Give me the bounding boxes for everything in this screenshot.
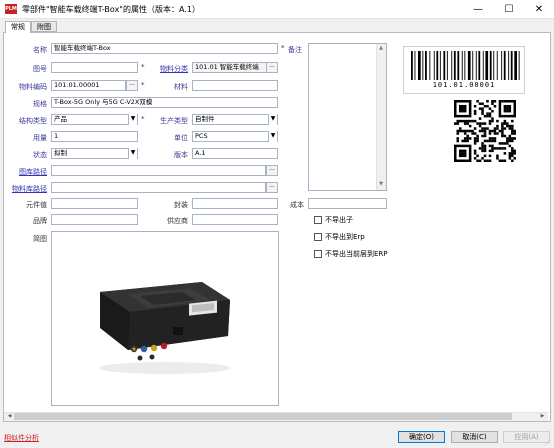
unit-select[interactable]: PCS: [192, 131, 278, 142]
supplier-label: 供应商: [167, 217, 188, 225]
barcode: 101.01.00001: [403, 46, 525, 94]
quantity-label: 用量: [33, 134, 47, 142]
close-button[interactable]: ✕: [524, 0, 554, 19]
scroll-up-icon[interactable]: ▲: [377, 44, 385, 53]
drawing-path-label[interactable]: 图库路径: [4, 167, 47, 177]
tab-general[interactable]: 常规: [5, 21, 31, 33]
drawing-path-field[interactable]: [51, 165, 266, 176]
sketch-label: 简图: [33, 235, 47, 243]
scroll-right-icon[interactable]: ▶: [538, 412, 547, 421]
production-type-select[interactable]: 自制件: [192, 114, 278, 125]
status-dropdown-icon[interactable]: ▼: [128, 148, 137, 159]
no-export-current-level-erp-label: 不导出当前层到ERP: [325, 250, 388, 258]
drawing-path-browse-button[interactable]: ...: [266, 165, 278, 176]
barcode-bars: [411, 51, 520, 80]
resize-grip-icon[interactable]: ⋰: [544, 440, 552, 447]
spec-field[interactable]: T-Box-5G Only 与5G C-V2X双模: [51, 97, 278, 108]
material-path-browse-button[interactable]: ...: [266, 182, 278, 193]
version-field[interactable]: A.1: [192, 148, 278, 159]
structure-type-label: 结构类型: [19, 117, 47, 125]
sketch-image-box[interactable]: [51, 231, 279, 406]
structure-type-dropdown-icon[interactable]: ▼: [128, 114, 137, 125]
package-field[interactable]: [192, 198, 278, 209]
name-label: 名称: [33, 46, 47, 54]
spec-label: 规格: [33, 100, 47, 108]
brand-label: 品牌: [33, 217, 47, 225]
quantity-field[interactable]: 1: [51, 131, 138, 142]
brand-field[interactable]: [51, 214, 138, 225]
qr-code: [454, 100, 516, 162]
scroll-down-icon[interactable]: ▼: [377, 180, 385, 189]
name-required-mark: *: [281, 44, 285, 52]
no-export-children-label: 不导出子: [325, 216, 353, 224]
structure-type-required-mark: *: [141, 115, 145, 123]
similar-parts-analysis-link[interactable]: 相似件分析: [4, 433, 39, 443]
material-category-field[interactable]: 101.01 智能车载终端: [192, 62, 267, 73]
material-code-label: 物料编码: [19, 83, 47, 91]
cost-field[interactable]: [308, 198, 387, 209]
maximize-button[interactable]: ☐: [494, 0, 524, 19]
apply-button[interactable]: 应用(A): [503, 431, 550, 443]
no-export-erp-checkbox[interactable]: [314, 233, 322, 241]
material-category-browse-button[interactable]: ...: [266, 62, 278, 73]
name-field[interactable]: 智能车载终端T-Box: [51, 43, 278, 54]
cancel-button[interactable]: 取消(C): [451, 431, 498, 443]
title-bar: PLM 零部件"智能车载终端T-Box"的属性（版本：A.1） — ☐ ✕: [0, 0, 554, 19]
component-value-label: 元件值: [26, 201, 47, 209]
material-code-required-mark: *: [141, 81, 145, 89]
status-select[interactable]: 拟制: [51, 148, 138, 159]
status-label: 状态: [33, 151, 47, 159]
unit-label: 单位: [174, 134, 188, 142]
cost-label: 成本: [290, 201, 304, 209]
horizontal-scroll-thumb[interactable]: [14, 413, 512, 420]
version-label: 版本: [174, 151, 188, 159]
ok-button[interactable]: 确定(O): [398, 431, 445, 443]
supplier-field[interactable]: [192, 214, 278, 225]
no-export-current-level-erp-checkbox[interactable]: [314, 250, 322, 258]
structure-type-select[interactable]: 产品: [51, 114, 138, 125]
tab-attachments[interactable]: 附图: [31, 21, 57, 32]
no-export-children-checkbox[interactable]: [314, 216, 322, 224]
material-field[interactable]: [192, 80, 278, 91]
barcode-text: 101.01.00001: [432, 81, 496, 89]
app-icon: PLM: [5, 4, 17, 14]
material-label: 材料: [174, 83, 188, 91]
drawing-no-label: 图号: [33, 65, 47, 73]
production-type-dropdown-icon[interactable]: ▼: [268, 114, 277, 125]
material-category-label[interactable]: 物料分类: [150, 64, 188, 74]
package-label: 封装: [174, 201, 188, 209]
note-scrollbar[interactable]: [376, 44, 386, 190]
drawing-no-field[interactable]: [51, 62, 138, 73]
unit-dropdown-icon[interactable]: ▼: [268, 131, 277, 142]
minimize-button[interactable]: —: [463, 0, 493, 19]
material-code-field[interactable]: 101.01.00001: [51, 80, 126, 91]
t-box-device-image: [99, 282, 231, 374]
window-title: 零部件"智能车载终端T-Box"的属性（版本：A.1）: [22, 5, 200, 14]
drawing-no-required-mark: *: [141, 63, 145, 71]
material-path-label[interactable]: 物料库路径: [4, 184, 47, 194]
production-type-label: 生产类型: [160, 117, 188, 125]
material-path-field[interactable]: [51, 182, 266, 193]
no-export-erp-label: 不导出到Erp: [325, 233, 365, 241]
note-label: 备注: [288, 46, 302, 54]
component-value-field[interactable]: [51, 198, 138, 209]
scroll-left-icon[interactable]: ◀: [5, 412, 14, 421]
material-code-browse-button[interactable]: ...: [126, 80, 138, 91]
